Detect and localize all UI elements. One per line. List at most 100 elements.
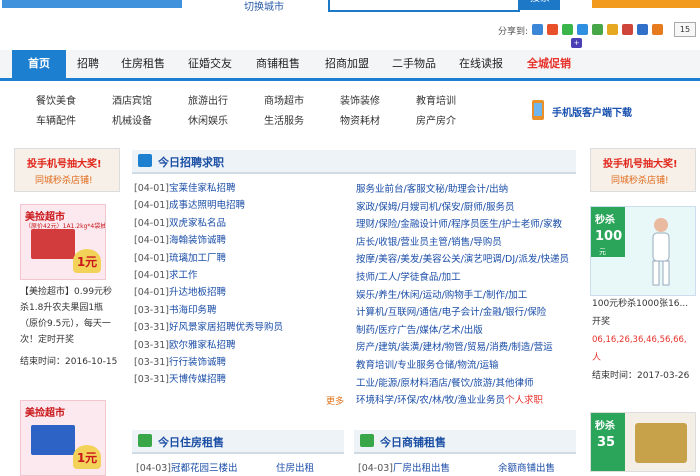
job-category-link[interactable]: 按摩/美容/美发/美容公关/演艺吧调/DJ/派发/快递员 bbox=[356, 251, 569, 265]
job-category-link[interactable]: 家政/保姆/月嫂司机/保安/厨师/服务员 bbox=[356, 199, 515, 213]
personal-resume-link[interactable]: 个人求职 bbox=[505, 395, 543, 406]
job-category-link[interactable]: 技师/工人/学徒食品/加工 bbox=[356, 269, 461, 283]
job-list-item[interactable]: [04-01]宝莱佳家私招聘 bbox=[134, 180, 236, 194]
athlete-figure bbox=[652, 218, 670, 286]
promo-title: 美捡超市 bbox=[25, 408, 65, 419]
kaixin-icon[interactable] bbox=[622, 24, 633, 35]
job-category-link[interactable]: 店长/收银/营业员主管/销售/导购员 bbox=[356, 234, 502, 248]
shops-panel-title[interactable]: 今日商铺租售 bbox=[380, 434, 446, 450]
search-button[interactable]: 搜索 bbox=[520, 0, 560, 10]
right-lottery-banner[interactable]: 投手机号抽大奖! 同城秒杀店铺! bbox=[590, 148, 696, 192]
search-input[interactable] bbox=[328, 0, 520, 12]
job-list-item[interactable]: [04-01]升达地板招聘 bbox=[134, 284, 226, 298]
category-education[interactable]: 教育培训 bbox=[416, 92, 456, 107]
job-category-link[interactable]: 服务业前台/客服文秘/助理会计/出纳 bbox=[356, 181, 508, 195]
shops-row[interactable]: [04-03]厂房出租出售 bbox=[358, 460, 450, 474]
weibo-icon[interactable] bbox=[547, 24, 558, 35]
job-list-item[interactable]: [03-31]行行装饰诚聘 bbox=[134, 354, 226, 368]
post-info-button[interactable] bbox=[592, 0, 700, 8]
category-materials[interactable]: 物资耗材 bbox=[340, 112, 380, 127]
housing-panel-title[interactable]: 今日住房租售 bbox=[158, 434, 224, 450]
job-list-item[interactable]: [03-31]天博传媒招聘 bbox=[134, 371, 226, 385]
left-promo-image-1[interactable]: 美捡超市 （原价42元）1A1.2kg*4袋抽奖 1元 bbox=[20, 204, 106, 280]
right-promo-image-2[interactable]: 秒杀 35 bbox=[590, 412, 696, 472]
renren-icon[interactable] bbox=[607, 24, 618, 35]
job-list-item[interactable]: [04-01]双虎家私名品 bbox=[134, 215, 226, 229]
category-machinery[interactable]: 机械设备 bbox=[112, 112, 152, 127]
category-life-services[interactable]: 生活服务 bbox=[264, 112, 304, 127]
draw-label: 开奖 bbox=[592, 317, 611, 327]
category-real-estate[interactable]: 房产房介 bbox=[416, 112, 456, 127]
housing-row[interactable]: [04-03]冠都花园三楼出 bbox=[136, 460, 238, 474]
logo-graphic bbox=[2, 0, 182, 8]
job-list-item[interactable]: [04-01]海翰装饰诚聘 bbox=[134, 232, 226, 246]
job-category-link[interactable]: 制药/医疗广告/媒体/艺术/出版 bbox=[356, 322, 483, 336]
nav-home[interactable]: 首页 bbox=[12, 50, 66, 78]
job-category-link[interactable]: 房产/建筑/装潢/建材/物管/贸易/消费/制造/营运 bbox=[356, 339, 553, 353]
nav-promotions[interactable]: 全城促销 bbox=[518, 50, 580, 78]
jobs-more-link[interactable]: 更多 bbox=[326, 394, 344, 407]
job-category-link[interactable]: 工业/能源/原材料酒店/餐饮/旅游/其他律师 bbox=[356, 375, 534, 389]
job-list-item[interactable]: [03-31]好风景家居招聘优秀导购员 bbox=[134, 319, 283, 333]
mobile-phone-icon bbox=[532, 100, 544, 120]
product-box-graphic bbox=[31, 229, 75, 259]
person-label: 人 bbox=[592, 353, 602, 363]
mini-share-icon[interactable]: + bbox=[571, 38, 582, 48]
tencent-weibo-icon[interactable] bbox=[577, 24, 588, 35]
right-promo-caption[interactable]: 100元秒杀1000张16... bbox=[592, 296, 688, 312]
job-category-link[interactable]: 环境科学/环保/农/林/牧/渔业业务员个人求职 bbox=[356, 392, 543, 406]
nav-shops[interactable]: 商铺租售 bbox=[248, 50, 308, 78]
city-switch-link[interactable]: 切换城市 bbox=[244, 0, 284, 13]
app-download-label: 手机版客户端下载 bbox=[552, 108, 632, 119]
housing-rent-link[interactable]: 住房出租 bbox=[276, 460, 314, 474]
shops-panel-header: 今日商铺租售 bbox=[354, 430, 576, 454]
site-logo[interactable] bbox=[2, 0, 192, 22]
baidu-icon[interactable] bbox=[637, 24, 648, 35]
category-food[interactable]: 餐饮美食 bbox=[36, 92, 76, 107]
category-travel[interactable]: 旅游出行 bbox=[188, 92, 228, 107]
price-badge: 1元 bbox=[73, 249, 101, 273]
housing-panel-header: 今日住房租售 bbox=[132, 430, 344, 454]
jobs-panel-title[interactable]: 今日招聘求职 bbox=[158, 154, 224, 170]
nav-newspaper[interactable]: 在线读报 bbox=[452, 50, 510, 78]
job-category-link[interactable]: 娱乐/养生/休闲/运动/购物手工/制作/加工 bbox=[356, 287, 527, 301]
douban-icon[interactable] bbox=[592, 24, 603, 35]
nav-dating[interactable]: 征婚交友 bbox=[180, 50, 240, 78]
job-list-item[interactable]: [04-01]求工作 bbox=[134, 267, 198, 281]
left-promo-description[interactable]: 【美捡超市】0.99元秒 杀1.8升农夫果园1瓶 （原价9.5元），每天一 次！… bbox=[20, 284, 124, 348]
main-nav: 首页 招聘 住房租售 征婚交友 商铺租售 招商加盟 二手物品 在线读报 全城促销 bbox=[0, 50, 700, 81]
category-decoration[interactable]: 装饰装修 bbox=[340, 92, 380, 107]
app-download-banner[interactable]: 手机版客户端下载 bbox=[528, 96, 650, 126]
share-label: 分享到: bbox=[498, 27, 529, 37]
category-leisure[interactable]: 休闲娱乐 bbox=[188, 112, 228, 127]
jobs-icon bbox=[138, 154, 152, 167]
job-list-item[interactable]: [03-31]书海印务聘 bbox=[134, 302, 217, 316]
left-lottery-banner[interactable]: 投手机号抽大奖! 同城秒杀店铺! bbox=[14, 148, 120, 192]
category-malls[interactable]: 商场超市 bbox=[264, 92, 304, 107]
job-category-link[interactable]: 计算机/互联网/通信/电子会计/金融/银行/保险 bbox=[356, 304, 546, 318]
job-list-item[interactable]: [04-01]成事达照明电招聘 bbox=[134, 197, 245, 211]
price-badge: 1元 bbox=[73, 445, 101, 469]
left-promo-end-time: 结束时间：2016-10-15 bbox=[20, 357, 118, 367]
flash-sale-badge: 秒杀 100 元 bbox=[591, 207, 625, 257]
qzone-icon[interactable] bbox=[532, 24, 543, 35]
right-promo-image[interactable]: 秒杀 100 元 bbox=[590, 206, 696, 296]
job-list-item[interactable]: [03-31]欧尔雅家私招聘 bbox=[134, 337, 236, 351]
header: 切换城市 搜索 分享到: 15 + bbox=[0, 0, 700, 48]
nav-jobs[interactable]: 招聘 bbox=[70, 50, 106, 78]
more-share-icon[interactable] bbox=[652, 24, 663, 35]
category-auto-parts[interactable]: 车辆配件 bbox=[36, 112, 76, 127]
wechat-icon[interactable] bbox=[562, 24, 573, 35]
nav-housing[interactable]: 住房租售 bbox=[112, 50, 174, 78]
category-hotels[interactable]: 酒店宾馆 bbox=[112, 92, 152, 107]
winning-numbers: 06,16,26,36,46,56,66, bbox=[592, 335, 687, 345]
job-category-link[interactable]: 教育培训/专业服务仓储/物流/运输 bbox=[356, 357, 499, 371]
housing-icon bbox=[138, 434, 152, 447]
job-list-item[interactable]: [04-01]琉璃加工厂聘 bbox=[134, 250, 226, 264]
nav-secondhand[interactable]: 二手物品 bbox=[384, 50, 444, 78]
nav-franchise[interactable]: 招商加盟 bbox=[316, 50, 378, 78]
flash-sale-subline: 同城秒杀店铺! bbox=[35, 176, 93, 186]
left-promo-image-2[interactable]: 美捡超市 1元 bbox=[20, 400, 106, 476]
job-category-link[interactable]: 理财/保险/金融设计师/程序员医生/护士老师/家教 bbox=[356, 216, 562, 230]
shops-sale-link[interactable]: 余额商铺出售 bbox=[498, 460, 555, 474]
